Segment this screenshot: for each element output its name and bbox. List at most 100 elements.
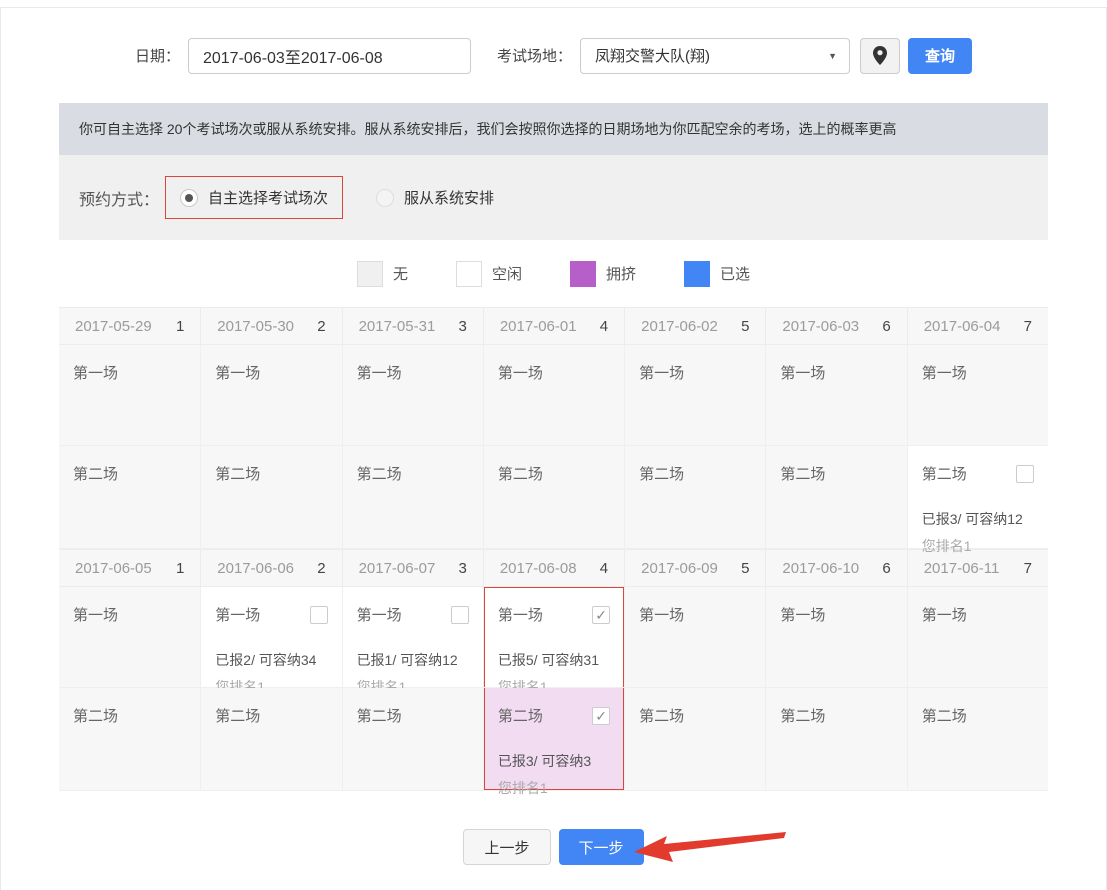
query-button[interactable]: 查询 <box>908 37 973 74</box>
session-cell: 第一场 <box>59 345 201 446</box>
session-cell: 第二场 <box>482 446 625 549</box>
venue-selected-value: 凤翔交警大队(翔) <box>595 48 710 65</box>
radio-option-label: 服从系统安排 <box>404 190 495 207</box>
session-capacity: 已报2/ 可容纳34 <box>215 652 317 668</box>
session-cell: 第二场 <box>341 446 483 549</box>
session-name: 第二场 <box>73 708 119 725</box>
day-header-date: 2017-06-03 <box>782 317 860 335</box>
legend-swatch <box>356 260 383 287</box>
legend-swatch <box>684 260 711 287</box>
venue-label: 考试场地： <box>496 48 572 65</box>
day-header-weekday: 3 <box>458 317 467 335</box>
session-cell: 第二场 <box>200 446 342 549</box>
day-header-date: 2017-06-01 <box>499 317 577 335</box>
day-header: 2017-06-08 4 <box>482 549 625 587</box>
legend-item: 已选 <box>684 260 750 287</box>
day-header-date: 2017-06-08 <box>499 559 577 577</box>
radio-icon[interactable] <box>180 188 199 207</box>
venue-select[interactable]: 凤翔交警大队(翔) ▼ <box>580 37 850 74</box>
chevron-down-icon: ▼ <box>828 50 837 61</box>
session-cell[interactable]: 第二场 ✓ 已报3/ 可容纳3 您排名1 <box>482 688 625 796</box>
day-header: 2017-06-01 4 <box>482 307 625 345</box>
day-header-date: 2017-06-05 <box>75 559 152 577</box>
session-cell[interactable]: 第一场 已报1/ 可容纳12 您排名1 <box>341 587 483 695</box>
day-header: 2017-06-02 5 <box>624 307 766 345</box>
day-header-weekday: 5 <box>741 317 750 335</box>
session-name: 第二场 <box>921 466 967 483</box>
session-capacity: 已报5/ 可容纳31 <box>497 652 599 668</box>
legend-label: 无 <box>392 266 408 283</box>
session-cell: 第一场 <box>200 345 342 446</box>
day-header-weekday: 2 <box>317 559 326 577</box>
next-step-button[interactable]: 下一步 <box>558 829 644 865</box>
radio-icon[interactable] <box>376 188 395 207</box>
session-cell: 第二场 <box>765 446 907 549</box>
session-cell: 第二场 <box>59 446 201 549</box>
session-cell: 第二场 <box>341 688 483 791</box>
session-name: 第二场 <box>639 708 685 725</box>
day-header: 2017-06-07 3 <box>341 549 483 587</box>
day-header-weekday: 3 <box>458 559 467 577</box>
day-header-date: 2017-06-10 <box>782 559 860 577</box>
session-name: 第一场 <box>639 365 685 382</box>
legend-item: 无 <box>356 260 408 287</box>
day-header-weekday: 2 <box>317 317 326 335</box>
session-cell[interactable]: 第一场 已报2/ 可容纳34 您排名1 <box>200 587 342 695</box>
session-name: 第二场 <box>497 708 543 725</box>
day-header-date: 2017-05-31 <box>358 317 436 335</box>
legend-label: 空闲 <box>491 266 522 283</box>
map-location-button[interactable] <box>860 37 900 74</box>
session-cell: 第一场 <box>482 345 625 446</box>
session-checkbox[interactable] <box>1016 464 1034 483</box>
session-name: 第二场 <box>215 466 261 483</box>
day-header-weekday: 1 <box>175 559 185 577</box>
prev-step-button[interactable]: 上一步 <box>463 829 551 865</box>
session-checkbox[interactable]: ✓ <box>592 605 611 624</box>
session-checkbox[interactable]: ✓ <box>592 706 611 725</box>
day-header: 2017-06-06 2 <box>200 549 342 587</box>
session-capacity: 已报1/ 可容纳12 <box>356 652 458 668</box>
session-cell: 第二场 <box>59 688 201 791</box>
session-checkbox[interactable] <box>309 605 328 624</box>
session-name: 第一场 <box>215 607 261 624</box>
session-rank: 您排名1 <box>497 780 548 796</box>
day-header: 2017-06-10 6 <box>765 549 907 587</box>
day-header-date: 2017-06-04 <box>923 317 1001 335</box>
day-header-date: 2017-06-07 <box>358 559 436 577</box>
session-cell[interactable]: 第二场 已报3/ 可容纳12 您排名1 <box>906 446 1048 554</box>
day-header: 2017-06-03 6 <box>765 307 907 345</box>
session-name: 第一场 <box>921 365 967 382</box>
day-header-weekday: 5 <box>741 559 750 577</box>
booking-radio-option[interactable]: 自主选择考试场次 <box>165 176 344 219</box>
day-header-date: 2017-06-11 <box>923 559 1000 577</box>
session-cell: 第一场 <box>906 587 1048 688</box>
session-name: 第一场 <box>215 365 261 382</box>
booking-method-label: 预约方式： <box>79 191 160 209</box>
day-header: 2017-05-29 1 <box>59 307 201 345</box>
day-header: 2017-05-31 3 <box>341 307 483 345</box>
legend: 无 空闲 拥挤 已选 <box>1 240 1106 307</box>
date-range-input[interactable] <box>187 37 471 74</box>
date-label: 日期： <box>134 48 180 65</box>
session-capacity: 已报3/ 可容纳3 <box>497 753 592 769</box>
notice-text: 你可自主选择 20个考试场次或服从系统安排。服从系统安排后，我们会按照你选择的日… <box>79 121 897 137</box>
day-header-weekday: 4 <box>599 559 609 577</box>
session-name: 第二场 <box>780 466 826 483</box>
session-cell: 第二场 <box>624 446 766 549</box>
session-name: 第二场 <box>356 466 402 483</box>
session-checkbox[interactable] <box>450 605 469 624</box>
day-header-weekday: 1 <box>175 317 185 335</box>
session-cell[interactable]: 第一场 ✓ 已报5/ 可容纳31 您排名1 <box>482 587 625 695</box>
session-cell: 第二场 <box>624 688 766 791</box>
session-cell: 第二场 <box>200 688 342 791</box>
booking-options: 自主选择考试场次 服从系统安排 <box>165 176 509 219</box>
session-name: 第一场 <box>639 607 685 624</box>
calendar: 2017-05-29 1 2017-05-30 2 2017-05-31 3 2017-06… <box>59 307 1048 796</box>
booking-method-section: 预约方式： 自主选择考试场次 服从系统安排 <box>59 155 1048 240</box>
session-cell: 第一场 <box>624 587 766 688</box>
session-cell: 第二场 <box>906 688 1048 791</box>
session-name: 第二场 <box>356 708 402 725</box>
legend-item: 拥挤 <box>570 260 636 287</box>
booking-radio-option[interactable]: 服从系统安排 <box>361 176 509 219</box>
day-header-weekday: 6 <box>882 559 891 577</box>
